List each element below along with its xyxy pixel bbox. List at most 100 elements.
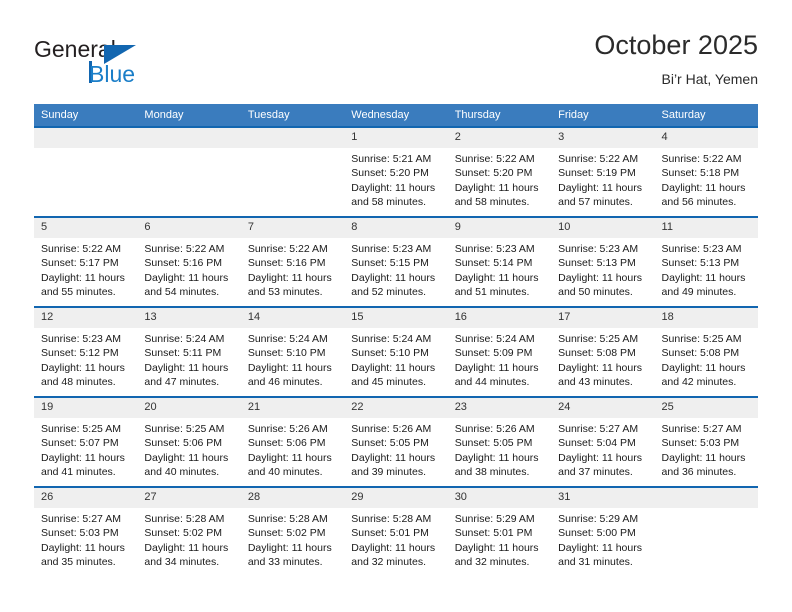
calendar-day-cell[interactable]: 9 Sunrise: 5:23 AM Sunset: 5:14 PM Daylight… — [447, 216, 552, 307]
sunset-time: Sunset: 5:00 PM — [558, 527, 636, 540]
calendar-day-cell[interactable]: 30 Sunrise: 5:29 AM Sunset: 5:01 PM Dayligh… — [447, 486, 552, 576]
calendar-day-cell[interactable]: 18 Sunrise: 5:25 AM Sunset: 5:08 PM Dayligh… — [654, 306, 758, 397]
daylight-duration-line2: and 33 minutes. — [247, 556, 323, 569]
sunrise-time: Sunrise: 5:23 AM — [661, 243, 742, 255]
sunset-time: Sunset: 5:06 PM — [247, 437, 326, 450]
sunrise-time: Sunrise: 5:23 AM — [558, 243, 639, 255]
calendar-day-cell[interactable]: 10 Sunrise: 5:23 AM Sunset: 5:13 PM Dayligh… — [551, 216, 655, 307]
sunrise-time: Sunrise: 5:29 AM — [558, 513, 639, 525]
calendar-day-cell-empty — [34, 126, 138, 217]
calendar-day-cell[interactable]: 26 Sunrise: 5:27 AM Sunset: 5:03 PM Dayligh… — [34, 486, 138, 576]
day-details: Sunrise: 5:23 AM Sunset: 5:13 PM Daylight:… — [551, 238, 654, 300]
day-number: 18 — [654, 308, 758, 328]
calendar-day-cell[interactable]: 28 Sunrise: 5:28 AM Sunset: 5:02 PM Dayligh… — [240, 486, 345, 576]
daylight-duration-line1: Daylight: 11 hours — [558, 271, 642, 284]
calendar-day-cell[interactable]: 14 Sunrise: 5:24 AM Sunset: 5:10 PM Dayligh… — [240, 306, 345, 397]
calendar-day-cell[interactable]: 6 Sunrise: 5:22 AM Sunset: 5:16 PM Daylight… — [137, 216, 241, 307]
calendar-day-cell[interactable]: 3 Sunrise: 5:22 AM Sunset: 5:19 PM Daylight… — [551, 126, 655, 217]
day-number: 4 — [654, 128, 758, 148]
day-number — [137, 128, 241, 148]
calendar-day-cell-empty — [137, 126, 241, 217]
daylight-duration-line1: Daylight: 11 hours — [144, 451, 229, 464]
sunset-time: Sunset: 5:10 PM — [351, 347, 429, 360]
daylight-duration-line2: and 34 minutes. — [144, 556, 220, 569]
day-details: Sunrise: 5:23 AM Sunset: 5:12 PM Daylight:… — [34, 328, 137, 390]
day-number: 1 — [344, 128, 448, 148]
calendar-day-cell[interactable]: 15 Sunrise: 5:24 AM Sunset: 5:10 PM Dayligh… — [344, 306, 448, 397]
calendar-day-cell[interactable]: 22 Sunrise: 5:26 AM Sunset: 5:05 PM Dayligh… — [344, 396, 448, 487]
calendar-day-cell[interactable]: 17 Sunrise: 5:25 AM Sunset: 5:08 PM Dayligh… — [551, 306, 655, 397]
calendar-day-cell[interactable]: 16 Sunrise: 5:24 AM Sunset: 5:09 PM Dayligh… — [447, 306, 552, 397]
sunset-time: Sunset: 5:15 PM — [351, 257, 429, 270]
calendar-week-row: 5 Sunrise: 5:22 AM Sunset: 5:17 PM Daylight… — [34, 216, 758, 307]
weekday-header-tuesday: Tuesday — [240, 104, 345, 127]
day-cell-content: 27 Sunrise: 5:28 AM Sunset: 5:02 PM Dayligh… — [137, 488, 241, 576]
day-cell-content — [240, 128, 345, 216]
day-number: 8 — [344, 218, 448, 238]
day-cell-content: 19 Sunrise: 5:25 AM Sunset: 5:07 PM Dayligh… — [34, 398, 138, 486]
day-number: 11 — [654, 218, 758, 238]
calendar-day-cell[interactable]: 27 Sunrise: 5:28 AM Sunset: 5:02 PM Dayligh… — [137, 486, 241, 576]
daylight-duration-line1: Daylight: 11 hours — [41, 451, 125, 464]
calendar-day-cell[interactable]: 2 Sunrise: 5:22 AM Sunset: 5:20 PM Daylight… — [447, 126, 552, 217]
day-number: 2 — [447, 128, 552, 148]
day-details: Sunrise: 5:25 AM Sunset: 5:06 PM Daylight:… — [137, 418, 240, 480]
calendar-day-cell[interactable]: 12 Sunrise: 5:23 AM Sunset: 5:12 PM Dayligh… — [34, 306, 138, 397]
calendar-day-cell[interactable]: 13 Sunrise: 5:24 AM Sunset: 5:11 PM Dayligh… — [137, 306, 241, 397]
day-cell-content: 14 Sunrise: 5:24 AM Sunset: 5:10 PM Dayligh… — [240, 308, 345, 396]
calendar-day-cell[interactable]: 25 Sunrise: 5:27 AM Sunset: 5:03 PM Dayligh… — [654, 396, 758, 487]
calendar-day-cell[interactable]: 11 Sunrise: 5:23 AM Sunset: 5:13 PM Dayligh… — [654, 216, 758, 307]
daylight-duration-line1: Daylight: 11 hours — [351, 541, 436, 554]
calendar-day-cell[interactable]: 1 Sunrise: 5:21 AM Sunset: 5:20 PM Daylight… — [344, 126, 448, 217]
daylight-duration-line2: and 37 minutes. — [558, 466, 633, 479]
day-number: 5 — [34, 218, 138, 238]
daylight-duration-line1: Daylight: 11 hours — [247, 541, 332, 554]
day-details: Sunrise: 5:22 AM Sunset: 5:16 PM Daylight:… — [137, 238, 240, 300]
daylight-duration-line2: and 51 minutes. — [454, 286, 530, 299]
day-details: Sunrise: 5:25 AM Sunset: 5:08 PM Daylight:… — [655, 328, 758, 390]
general-blue-logo[interactable]: General Blue — [34, 36, 254, 92]
day-details: Sunrise: 5:25 AM Sunset: 5:07 PM Daylight:… — [34, 418, 137, 480]
day-number: 20 — [137, 398, 241, 418]
day-details: Sunrise: 5:22 AM Sunset: 5:19 PM Daylight:… — [551, 148, 654, 210]
sunrise-time: Sunrise: 5:24 AM — [351, 333, 432, 345]
daylight-duration-line1: Daylight: 11 hours — [558, 451, 642, 464]
day-details: Sunrise: 5:27 AM Sunset: 5:04 PM Daylight:… — [551, 418, 654, 480]
calendar-day-cell[interactable]: 20 Sunrise: 5:25 AM Sunset: 5:06 PM Dayligh… — [137, 396, 241, 487]
calendar-day-cell[interactable]: 8 Sunrise: 5:23 AM Sunset: 5:15 PM Daylight… — [344, 216, 448, 307]
calendar-day-cell[interactable]: 7 Sunrise: 5:22 AM Sunset: 5:16 PM Daylight… — [240, 216, 345, 307]
calendar-day-cell[interactable]: 19 Sunrise: 5:25 AM Sunset: 5:07 PM Dayligh… — [34, 396, 138, 487]
calendar-day-cell[interactable]: 31 Sunrise: 5:29 AM Sunset: 5:00 PM Dayligh… — [551, 486, 655, 576]
sunset-time: Sunset: 5:18 PM — [661, 167, 740, 180]
sunset-time: Sunset: 5:12 PM — [41, 347, 119, 360]
sunrise-time: Sunrise: 5:22 AM — [144, 243, 225, 255]
daylight-duration-line2: and 58 minutes. — [351, 196, 426, 209]
sunset-time: Sunset: 5:16 PM — [144, 257, 223, 270]
calendar-week-row: 1 Sunrise: 5:21 AM Sunset: 5:20 PM Daylight… — [34, 126, 758, 217]
day-cell-content: 20 Sunrise: 5:25 AM Sunset: 5:06 PM Dayligh… — [137, 398, 241, 486]
calendar-day-cell[interactable]: 5 Sunrise: 5:22 AM Sunset: 5:17 PM Daylight… — [34, 216, 138, 307]
daylight-duration-line2: and 41 minutes. — [41, 466, 116, 479]
calendar-day-cell[interactable]: 24 Sunrise: 5:27 AM Sunset: 5:04 PM Dayligh… — [551, 396, 655, 487]
daylight-duration-line1: Daylight: 11 hours — [351, 181, 436, 194]
daylight-duration-line1: Daylight: 11 hours — [661, 361, 746, 374]
weekday-header-monday: Monday — [137, 104, 241, 127]
sunset-time: Sunset: 5:01 PM — [351, 527, 429, 540]
calendar-day-cell[interactable]: 21 Sunrise: 5:26 AM Sunset: 5:06 PM Dayligh… — [240, 396, 345, 487]
day-details: Sunrise: 5:22 AM Sunset: 5:20 PM Daylight:… — [448, 148, 551, 210]
calendar-day-cell[interactable]: 29 Sunrise: 5:28 AM Sunset: 5:01 PM Dayligh… — [344, 486, 448, 576]
day-number: 16 — [447, 308, 552, 328]
sunset-time: Sunset: 5:14 PM — [454, 257, 533, 270]
calendar-day-cell[interactable]: 23 Sunrise: 5:26 AM Sunset: 5:05 PM Dayligh… — [447, 396, 552, 487]
daylight-duration-line2: and 38 minutes. — [454, 466, 530, 479]
sunset-time: Sunset: 5:05 PM — [454, 437, 533, 450]
day-cell-content: 11 Sunrise: 5:23 AM Sunset: 5:13 PM Dayligh… — [654, 218, 758, 306]
day-number: 28 — [240, 488, 345, 508]
calendar-week-row: 12 Sunrise: 5:23 AM Sunset: 5:12 PM Dayligh… — [34, 306, 758, 397]
calendar-day-cell[interactable]: 4 Sunrise: 5:22 AM Sunset: 5:18 PM Daylight… — [654, 126, 758, 217]
day-number: 19 — [34, 398, 138, 418]
daylight-duration-line2: and 45 minutes. — [351, 376, 426, 389]
day-details: Sunrise: 5:29 AM Sunset: 5:01 PM Daylight:… — [448, 508, 551, 570]
daylight-duration-line2: and 50 minutes. — [558, 286, 633, 299]
daylight-duration-line1: Daylight: 11 hours — [661, 271, 746, 284]
